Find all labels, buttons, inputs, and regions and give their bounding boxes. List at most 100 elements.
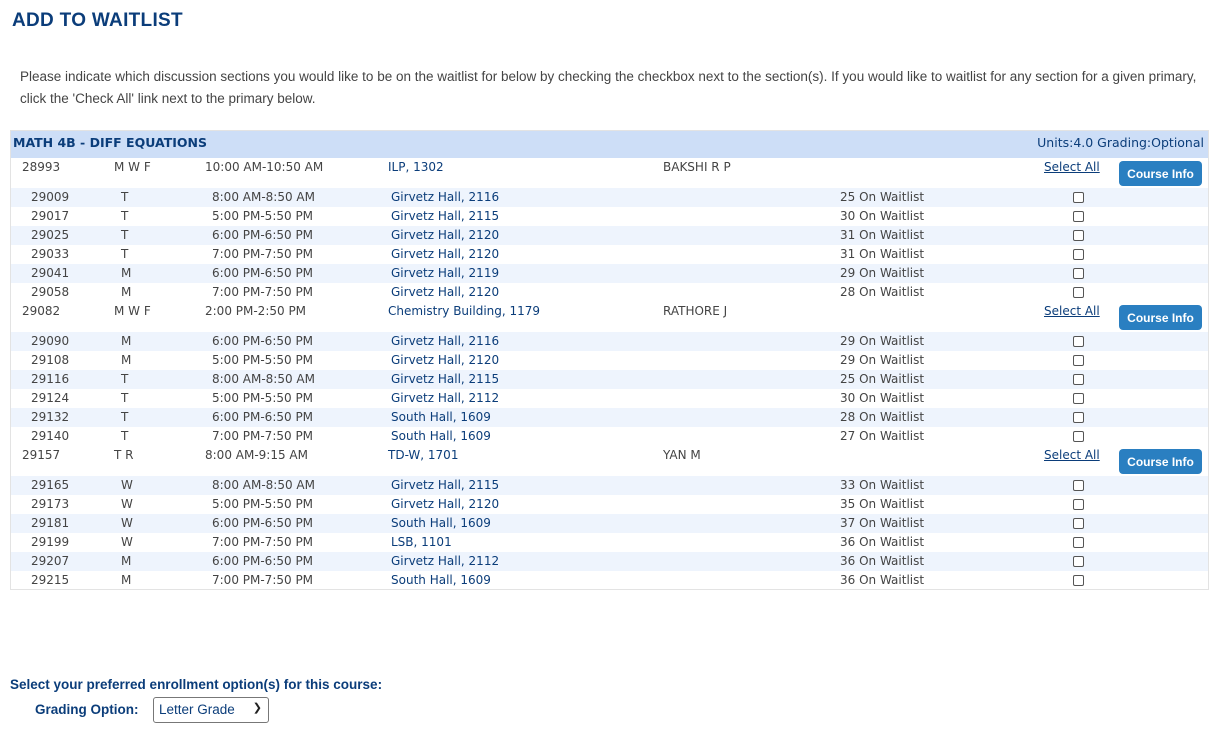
section-id: 29058 (31, 285, 70, 299)
waitlist-checkbox[interactable] (1073, 537, 1084, 548)
section-id: 29173 (31, 497, 70, 511)
section-location: South Hall, 1609 (391, 410, 491, 424)
section-id: 29181 (31, 516, 70, 530)
section-days: T (121, 391, 129, 405)
section-location: Girvetz Hall, 2115 (391, 372, 500, 386)
section-row: 29215 M 7:00 PM-7:50 PM South Hall, 1609 36 … (11, 571, 1208, 590)
section-row: 29132 T 6:00 PM-6:50 PM South Hall, 1609 28 … (11, 408, 1208, 427)
select-all-link[interactable]: Select All (1044, 160, 1100, 174)
section-time: 5:00 PM-5:50 PM (212, 209, 314, 223)
waitlist-checkbox[interactable] (1073, 374, 1084, 385)
section-row: 29033 T 7:00 PM-7:50 PM Girvetz Hall, 2120 3… (11, 245, 1208, 264)
section-time: 6:00 PM-6:50 PM (212, 334, 314, 348)
section-row: 29207 M 6:00 PM-6:50 PM Girvetz Hall, 2112 3… (11, 552, 1208, 571)
course-info-button[interactable]: Course Info (1119, 161, 1202, 186)
section-time: 8:00 AM-8:50 AM (212, 372, 315, 386)
primary-row: 29157 T R 8:00 AM-9:15 AM TD-W, 1701 YAN M Se… (11, 446, 1208, 476)
course-info-button[interactable]: Course Info (1119, 305, 1202, 330)
waitlist-checkbox[interactable] (1073, 431, 1084, 442)
section-id: 29207 (31, 554, 70, 568)
select-all-link[interactable]: Select All (1044, 304, 1100, 318)
section-days: T (121, 228, 129, 242)
waitlist-count: 29 On Waitlist (840, 353, 925, 367)
grading-option-select[interactable]: Letter Grade ❯ (153, 697, 269, 723)
section-days: M (121, 554, 132, 568)
primary-row: 29082 M W F 2:00 PM-2:50 PM Chemistry Build… (11, 302, 1208, 332)
waitlist-checkbox[interactable] (1073, 192, 1084, 203)
waitlist-checkbox[interactable] (1073, 268, 1084, 279)
section-location: LSB, 1101 (391, 535, 452, 549)
section-row: 29165 W 8:00 AM-8:50 AM Girvetz Hall, 2115 3… (11, 476, 1208, 495)
section-location: Girvetz Hall, 2116 (391, 334, 500, 348)
section-days: W (121, 478, 133, 492)
instructor: BAKSHI R P (663, 160, 731, 174)
waitlist-count: 28 On Waitlist (840, 285, 925, 299)
section-location: TD-W, 1701 (388, 448, 459, 462)
section-time: 7:00 PM-7:50 PM (212, 573, 314, 587)
waitlist-count: 33 On Waitlist (840, 478, 925, 492)
section-row: 29173 W 5:00 PM-5:50 PM Girvetz Hall, 2120 3… (11, 495, 1208, 514)
section-location: Chemistry Building, 1179 (388, 304, 541, 318)
section-row: 29090 M 6:00 PM-6:50 PM Girvetz Hall, 2116 2… (11, 332, 1208, 351)
waitlist-count: 36 On Waitlist (840, 554, 925, 568)
section-time: 6:00 PM-6:50 PM (212, 228, 314, 242)
waitlist-checkbox[interactable] (1073, 412, 1084, 423)
section-location: Girvetz Hall, 2119 (391, 266, 500, 280)
waitlist-checkbox[interactable] (1073, 518, 1084, 529)
section-id: 29025 (31, 228, 70, 242)
section-days: M W F (114, 304, 151, 318)
waitlist-checkbox[interactable] (1073, 355, 1084, 366)
section-location: Girvetz Hall, 2115 (391, 478, 500, 492)
course-units-grading: Units:4.0 Grading:Optional (1037, 135, 1204, 150)
section-id: 29116 (31, 372, 70, 386)
waitlist-count: 28 On Waitlist (840, 410, 925, 424)
waitlist-checkbox[interactable] (1073, 480, 1084, 491)
section-days: T (121, 190, 129, 204)
section-id: 29033 (31, 247, 70, 261)
waitlist-checkbox[interactable] (1073, 211, 1084, 222)
section-row: 29017 T 5:00 PM-5:50 PM Girvetz Hall, 2115 3… (11, 207, 1208, 226)
section-row: 29009 T 8:00 AM-8:50 AM Girvetz Hall, 2116 2… (11, 188, 1208, 207)
section-time: 7:00 PM-7:50 PM (212, 247, 314, 261)
section-id: 29090 (31, 334, 70, 348)
section-time: 7:00 PM-7:50 PM (212, 285, 314, 299)
course-info-button[interactable]: Course Info (1119, 449, 1202, 474)
instructor: RATHORE J (663, 304, 728, 318)
waitlist-count: 25 On Waitlist (840, 372, 925, 386)
waitlist-count: 25 On Waitlist (840, 190, 925, 204)
section-id: 29132 (31, 410, 70, 424)
section-id: 29215 (31, 573, 70, 587)
waitlist-count: 27 On Waitlist (840, 429, 925, 443)
waitlist-count: 31 On Waitlist (840, 247, 925, 261)
section-location: South Hall, 1609 (391, 429, 491, 443)
section-time: 5:00 PM-5:50 PM (212, 391, 314, 405)
enrollment-prompt: Select your preferred enrollment option(… (10, 677, 383, 692)
section-id: 29082 (22, 304, 61, 318)
section-days: M (121, 285, 132, 299)
section-row: 29140 T 7:00 PM-7:50 PM South Hall, 1609 27 … (11, 427, 1208, 446)
select-all-link[interactable]: Select All (1044, 448, 1100, 462)
section-location: Girvetz Hall, 2120 (391, 247, 500, 261)
section-location: Girvetz Hall, 2112 (391, 391, 500, 405)
section-location: Girvetz Hall, 2115 (391, 209, 500, 223)
waitlist-checkbox[interactable] (1073, 556, 1084, 567)
section-id: 29009 (31, 190, 70, 204)
grading-option-value: Letter Grade (159, 702, 235, 717)
section-id: 29199 (31, 535, 70, 549)
section-row: 29181 W 6:00 PM-6:50 PM South Hall, 1609 37 … (11, 514, 1208, 533)
section-location: ILP, 1302 (388, 160, 444, 174)
waitlist-count: 36 On Waitlist (840, 535, 925, 549)
waitlist-checkbox[interactable] (1073, 575, 1084, 586)
section-days: T R (114, 448, 134, 462)
section-days: M W F (114, 160, 151, 174)
waitlist-checkbox[interactable] (1073, 499, 1084, 510)
section-location: South Hall, 1609 (391, 516, 491, 530)
waitlist-checkbox[interactable] (1073, 230, 1084, 241)
section-time: 8:00 AM-8:50 AM (212, 478, 315, 492)
waitlist-checkbox[interactable] (1073, 393, 1084, 404)
section-location: Girvetz Hall, 2112 (391, 554, 500, 568)
waitlist-checkbox[interactable] (1073, 336, 1084, 347)
waitlist-checkbox[interactable] (1073, 249, 1084, 260)
section-row: 29041 M 6:00 PM-6:50 PM Girvetz Hall, 2119 2… (11, 264, 1208, 283)
waitlist-checkbox[interactable] (1073, 287, 1084, 298)
